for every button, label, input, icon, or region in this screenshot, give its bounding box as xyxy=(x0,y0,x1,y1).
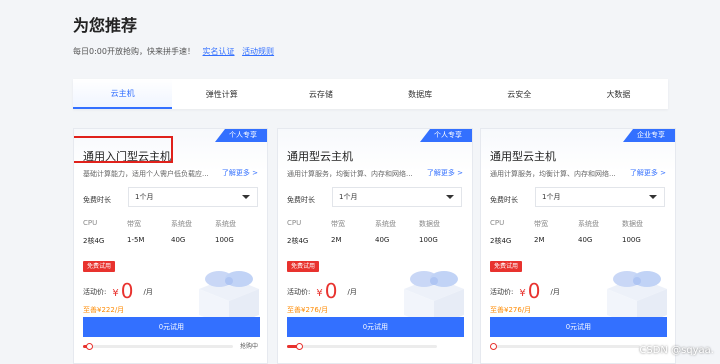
spec-header: 数据盘 xyxy=(419,220,440,228)
spec-value: 100G xyxy=(622,236,641,244)
original-price: 至善¥276/月 xyxy=(287,306,329,314)
tab-big-data[interactable]: 大数据 xyxy=(569,79,668,109)
progress-knob xyxy=(490,343,497,350)
price: 0 xyxy=(527,279,541,303)
price-unit: /月 xyxy=(550,288,560,296)
spec-value: 2核4G xyxy=(83,237,105,245)
tab-elastic-compute[interactable]: 弹性计算 xyxy=(172,79,271,109)
free-trial-tag: 免费试用 xyxy=(490,261,523,272)
currency: ¥ xyxy=(112,288,119,299)
card-badge: 个人专享 xyxy=(215,129,267,142)
currency: ¥ xyxy=(316,288,323,299)
card-badge: 个人专享 xyxy=(420,129,472,142)
spec-value: 1-5M xyxy=(127,236,145,244)
free-trial-button[interactable]: 0元试用 xyxy=(490,317,667,337)
tab-cloud-host[interactable]: 云主机 xyxy=(73,79,173,109)
duration-label: 免费时长 xyxy=(83,196,111,204)
duration-value: 1个月 xyxy=(542,193,561,201)
spec-header: 系统盘 xyxy=(375,220,396,228)
card-desc: 基础计算能力，适用个人需户低负载应... xyxy=(83,170,209,178)
page-title: 为您推荐 xyxy=(73,16,138,35)
price-label: 活动价: xyxy=(287,288,311,296)
original-price: 至善¥222/月 xyxy=(83,306,125,314)
spec-value: 2M xyxy=(331,236,342,244)
price-row: 活动价: ¥ 0 /月 xyxy=(490,279,560,301)
spec-header: 系统盘 xyxy=(578,220,599,228)
tab-cloud-security[interactable]: 云安全 xyxy=(470,79,569,109)
rules-link[interactable]: 活动规则 xyxy=(242,47,274,56)
product-card: 个人专享 通用入门型云主机 基础计算能力，适用个人需户低负载应... 了解更多 … xyxy=(73,128,268,364)
spec-header: 数据盘 xyxy=(622,220,643,228)
free-trial-button[interactable]: 0元试用 xyxy=(287,317,464,337)
product-card: 个人专享 通用型云主机 通用计算服务，均衡计算、内存和网络... 了解更多 > … xyxy=(277,128,473,364)
progress-bar xyxy=(490,343,640,350)
spec-value: 100G xyxy=(419,236,438,244)
card-title: 通用型云主机 xyxy=(287,150,353,163)
price: 0 xyxy=(324,279,338,303)
spec-value: 2M xyxy=(534,236,545,244)
free-trial-button[interactable]: 0元试用 xyxy=(83,317,260,337)
spec-value: 2核4G xyxy=(287,237,309,245)
duration-select[interactable]: 1个月 xyxy=(332,187,462,207)
spec-value: 40G xyxy=(578,236,593,244)
caret-down-icon xyxy=(649,195,657,199)
spec-header: 带宽 xyxy=(331,220,345,228)
watermark: CSDN @sqyaa. xyxy=(639,345,714,356)
card-title: 通用型云主机 xyxy=(490,150,556,163)
price-label: 活动价: xyxy=(83,288,107,296)
spec-value: 40G xyxy=(171,236,186,244)
spec-value: 40G xyxy=(375,236,390,244)
progress-bar xyxy=(83,343,233,350)
tab-cloud-storage[interactable]: 云存储 xyxy=(271,79,370,109)
duration-label: 免费时长 xyxy=(490,196,518,204)
spec-header: CPU xyxy=(83,219,98,227)
subtitle: 每日0:00开放抢购，快来拼手速！ 实名认证 活动规则 xyxy=(73,46,274,57)
free-trial-tag: 免费试用 xyxy=(287,261,320,272)
tab-database[interactable]: 数据库 xyxy=(371,79,470,109)
learn-more-link[interactable]: 了解更多 > xyxy=(630,168,666,178)
spec-header: 带宽 xyxy=(534,220,548,228)
spec-grid: CPU 带宽 系统盘 数据盘 2核4G 2M 40G 100G xyxy=(490,219,670,246)
realname-link[interactable]: 实名认证 xyxy=(203,47,235,56)
caret-down-icon xyxy=(242,195,250,199)
price-label: 活动价: xyxy=(490,288,514,296)
progress-knob xyxy=(86,343,93,350)
card-title: 通用入门型云主机 xyxy=(83,150,171,163)
spec-header: 系统盘 xyxy=(171,220,192,228)
learn-more-link[interactable]: 了解更多 > xyxy=(222,168,258,178)
spec-header: 带宽 xyxy=(127,220,141,228)
product-tabs: 云主机 弹性计算 云存储 数据库 云安全 大数据 xyxy=(73,79,668,109)
free-trial-tag: 免费试用 xyxy=(83,261,116,272)
spec-header: CPU xyxy=(490,219,505,227)
duration-select[interactable]: 1个月 xyxy=(535,187,665,207)
price-unit: /月 xyxy=(143,288,153,296)
price-row: 活动价: ¥ 0 /月 xyxy=(83,279,153,301)
product-card: 企业专享 通用型云主机 通用计算服务，均衡计算、内存和网络... 了解更多 > … xyxy=(480,128,676,364)
card-desc: 通用计算服务，均衡计算、内存和网络... xyxy=(490,170,616,178)
price: 0 xyxy=(120,279,134,303)
card-desc: 通用计算服务，均衡计算、内存和网络... xyxy=(287,170,413,178)
duration-label: 免费时长 xyxy=(287,196,315,204)
subtitle-text: 每日0:00开放抢购，快来拼手速！ xyxy=(73,47,195,56)
price-unit: /月 xyxy=(347,288,357,296)
spec-grid: CPU 带宽 系统盘 数据盘 2核4G 2M 40G 100G xyxy=(287,219,467,246)
learn-more-link[interactable]: 了解更多 > xyxy=(427,168,463,178)
progress-bar xyxy=(287,343,437,350)
spec-value: 100G xyxy=(215,236,234,244)
caret-down-icon xyxy=(446,195,454,199)
spec-value: 2核4G xyxy=(490,237,512,245)
currency: ¥ xyxy=(519,288,526,299)
spec-header: 系统盘 xyxy=(215,220,236,228)
duration-select[interactable]: 1个月 xyxy=(128,187,258,207)
duration-value: 1个月 xyxy=(339,193,358,201)
card-badge: 企业专享 xyxy=(623,129,675,142)
price-row: 活动价: ¥ 0 /月 xyxy=(287,279,357,301)
duration-value: 1个月 xyxy=(135,193,154,201)
original-price: 至善¥276/月 xyxy=(490,306,532,314)
spec-header: CPU xyxy=(287,219,302,227)
progress-knob xyxy=(296,343,303,350)
progress-text: 抢购中 xyxy=(239,343,258,350)
spec-grid: CPU 带宽 系统盘 系统盘 2核4G 1-5M 40G 100G xyxy=(83,219,263,246)
